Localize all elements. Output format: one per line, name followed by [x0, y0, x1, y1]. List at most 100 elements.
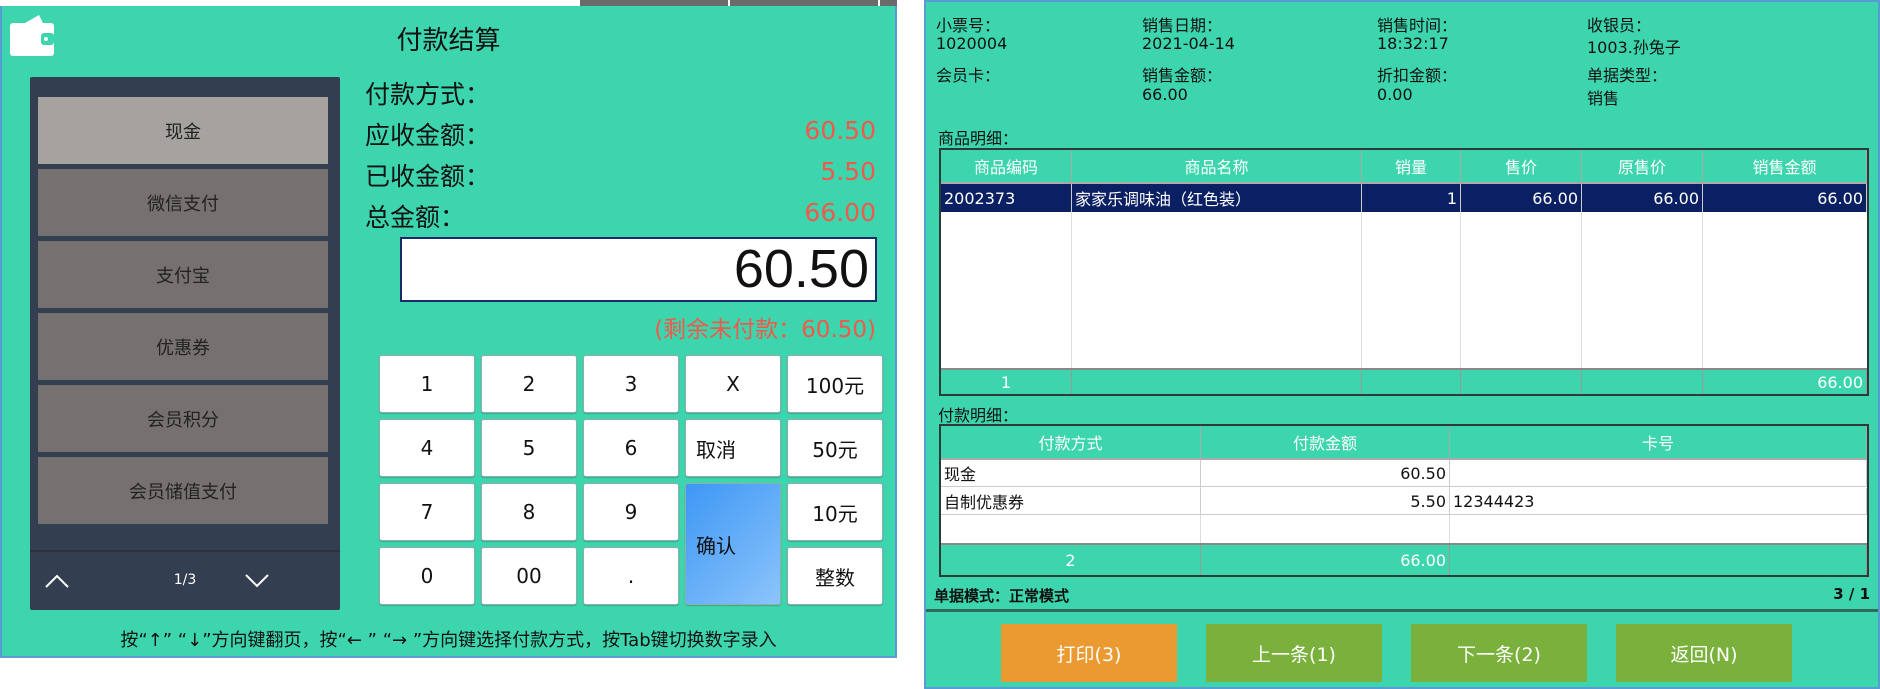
payment-method-list: 现金 微信支付 支付宝 优惠券 会员积分 会员储值支付 1/3: [30, 77, 340, 610]
dialog-title: 付款结算: [396, 26, 501, 56]
receipt-panel: 小票号： 1020004 销售日期： 2021-04-14 销售时间： 18:3…: [924, 0, 1880, 689]
key-confirm[interactable]: 确认: [685, 483, 781, 605]
keyboard-hint: 按“↑” “↓”方向键翻页，按“← ” “→ ”方向键选择付款方式，按Tab键切…: [120, 630, 777, 651]
field-value: 1003.孙兔子: [1587, 38, 1681, 57]
divider: [926, 609, 1878, 612]
field-value: 2021-04-14: [1142, 34, 1235, 53]
cell-card: [1450, 460, 1867, 486]
field-label: 销售日期：: [1142, 16, 1223, 35]
payment-header-row: 付款方式 付款金额 卡号: [941, 426, 1867, 460]
label-receivable: 应收金额：: [365, 121, 491, 150]
field-label: 折扣金额：: [1377, 66, 1458, 85]
method-alipay[interactable]: 支付宝: [38, 241, 328, 308]
cell-amount: 60.50: [1201, 460, 1450, 486]
key-dot[interactable]: .: [583, 547, 679, 605]
cell-name: 家家乐调味油（红色装）: [1072, 184, 1362, 212]
footer-amount: 66.00: [1201, 545, 1450, 575]
col-header[interactable]: 付款方式: [941, 426, 1201, 458]
next-button[interactable]: 下一条(2): [1411, 624, 1587, 682]
page-indicator: 1/3: [173, 572, 197, 588]
payment-table: 付款方式 付款金额 卡号 现金 60.50 自制优惠券 5.50 1234442…: [939, 424, 1869, 577]
col-header[interactable]: 原售价: [1582, 150, 1703, 182]
footer-count: 1: [941, 370, 1072, 394]
cell-method: 现金: [941, 460, 1201, 486]
field-value: 18:32:17: [1377, 34, 1449, 53]
value-received: 5.50: [820, 157, 876, 186]
goods-section-title: 商品明细：: [938, 129, 1019, 148]
footer-count: 2: [941, 545, 1201, 575]
field-value: 销售: [1587, 89, 1620, 108]
cell-qty: 1: [1362, 184, 1461, 212]
cell-amount: 5.50: [1201, 488, 1450, 514]
value-total: 66.00: [804, 198, 876, 227]
table-row[interactable]: 现金 60.50: [941, 460, 1867, 487]
col-header[interactable]: 商品编码: [941, 150, 1072, 182]
label-method: 付款方式：: [365, 80, 491, 109]
field-value: 1020004: [936, 34, 1008, 53]
top-strip: [0, 0, 897, 6]
method-pager: 1/3: [30, 550, 340, 610]
field-label: 单据类型：: [1587, 66, 1668, 85]
key-3[interactable]: 3: [583, 355, 679, 413]
key-1[interactable]: 1: [379, 355, 475, 413]
value-receivable: 60.50: [804, 116, 876, 145]
field-value: 0.00: [1377, 85, 1413, 104]
remaining-amount: (剩余未付款：60.50): [654, 317, 876, 343]
field-label: 收银员：: [1587, 16, 1652, 35]
col-header[interactable]: 销量: [1362, 150, 1461, 182]
method-points[interactable]: 会员积分: [38, 385, 328, 452]
goods-table: 商品编码 商品名称 销量 售价 原售价 销售金额 2002373 家家乐调味油（…: [939, 148, 1869, 396]
key-50[interactable]: 50元: [787, 419, 883, 477]
amount-input[interactable]: 60.50: [400, 237, 877, 302]
key-9[interactable]: 9: [583, 483, 679, 541]
payment-section-title: 付款明细：: [938, 406, 1019, 425]
method-coupon[interactable]: 优惠券: [38, 313, 328, 380]
method-stored-value[interactable]: 会员储值支付: [38, 457, 328, 524]
key-round[interactable]: 整数: [787, 547, 883, 605]
goods-header-row: 商品编码 商品名称 销量 售价 原售价 销售金额: [941, 150, 1867, 184]
key-00[interactable]: 00: [481, 547, 577, 605]
label-received: 已收金额：: [365, 162, 491, 191]
key-7[interactable]: 7: [379, 483, 475, 541]
payment-footer-row: 2 66.00: [941, 543, 1867, 575]
col-header[interactable]: 付款金额: [1201, 426, 1450, 458]
key-4[interactable]: 4: [379, 419, 475, 477]
previous-button[interactable]: 上一条(1): [1206, 624, 1382, 682]
col-header[interactable]: 售价: [1461, 150, 1582, 182]
label-total: 总金额：: [365, 203, 466, 232]
method-cash[interactable]: 现金: [38, 97, 328, 164]
key-2[interactable]: 2: [481, 355, 577, 413]
cell-method: 自制优惠券: [941, 488, 1201, 514]
key-0[interactable]: 0: [379, 547, 475, 605]
key-100[interactable]: 100元: [787, 355, 883, 413]
field-label: 销售金额：: [1142, 66, 1223, 85]
key-10[interactable]: 10元: [787, 483, 883, 541]
print-button[interactable]: 打印(3): [1001, 624, 1177, 682]
col-header[interactable]: 卡号: [1450, 426, 1867, 458]
back-button[interactable]: 返回(N): [1616, 624, 1792, 682]
footer-amount: 66.00: [1703, 370, 1867, 394]
table-row[interactable]: 2002373 家家乐调味油（红色装） 1 66.00 66.00 66.00: [941, 184, 1867, 212]
record-page: 3 / 1: [1833, 585, 1870, 603]
cell-amount: 66.00: [1703, 184, 1867, 212]
table-row[interactable]: 自制优惠券 5.50 12344423: [941, 488, 1867, 515]
cell-card: 12344423: [1450, 488, 1867, 514]
goods-footer-row: 1 66.00: [941, 368, 1867, 394]
key-6[interactable]: 6: [583, 419, 679, 477]
cell-price: 66.00: [1461, 184, 1582, 212]
method-wechat[interactable]: 微信支付: [38, 169, 328, 236]
key-5[interactable]: 5: [481, 419, 577, 477]
field-label: 小票号：: [936, 16, 1001, 35]
cell-code: 2002373: [941, 184, 1072, 212]
chevron-down-icon[interactable]: [244, 572, 270, 590]
field-label: 会员卡：: [936, 66, 1001, 85]
field-value: 66.00: [1142, 85, 1188, 104]
cell-orig-price: 66.00: [1582, 184, 1703, 212]
key-8[interactable]: 8: [481, 483, 577, 541]
key-cancel[interactable]: 取消: [685, 419, 781, 477]
key-backspace[interactable]: X: [685, 355, 781, 413]
col-header[interactable]: 商品名称: [1072, 150, 1362, 182]
col-header[interactable]: 销售金额: [1703, 150, 1867, 182]
document-mode: 单据模式：正常模式: [934, 587, 1070, 605]
field-label: 销售时间：: [1377, 16, 1458, 35]
